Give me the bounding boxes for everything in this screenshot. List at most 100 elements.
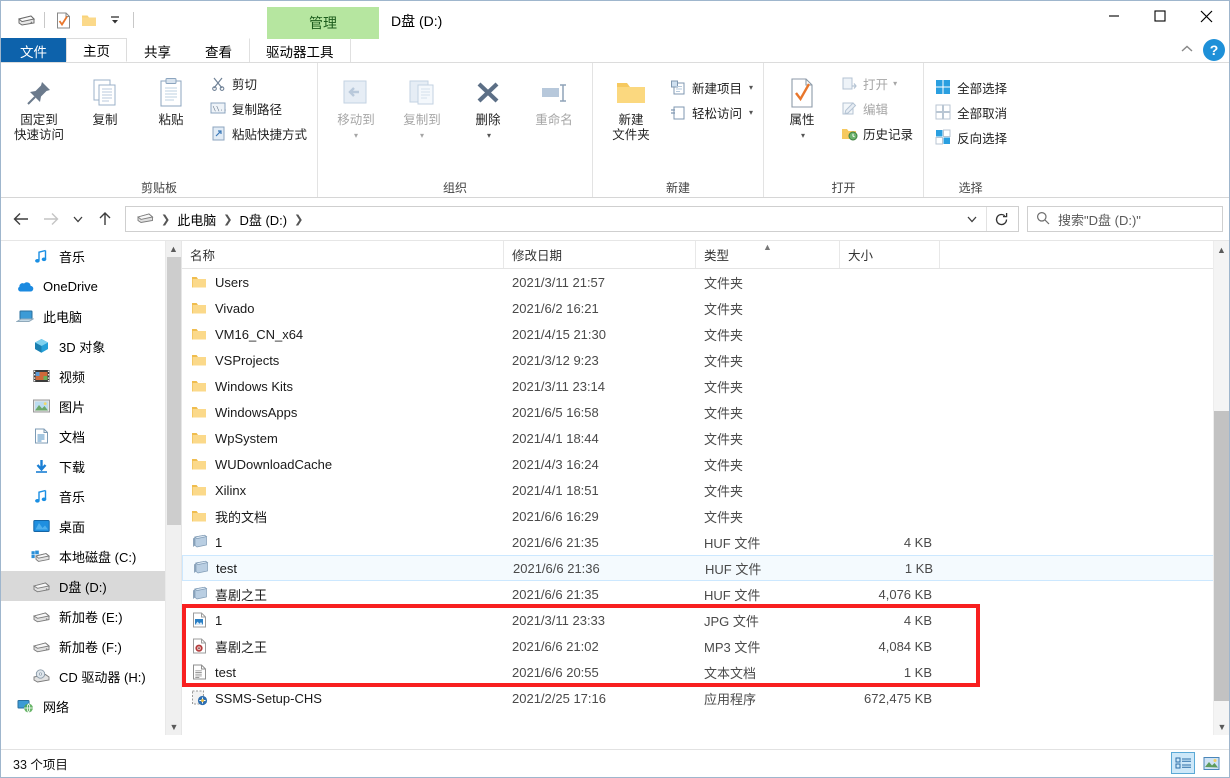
table-row[interactable]: test 2021/6/6 21:36 HUF 文件 1 KB: [182, 555, 1229, 581]
customize-qat-icon[interactable]: [102, 8, 128, 32]
sidebar-item-6[interactable]: 文档: [1, 421, 181, 451]
address-bar: ❯ 此电脑 ❯ D盘 (D:) ❯ 搜索"D盘 (D:)": [1, 198, 1229, 240]
list-scroll-thumb[interactable]: [1214, 411, 1229, 701]
properties-icon[interactable]: [50, 8, 76, 32]
table-row[interactable]: 我的文档 2021/6/6 16:29 文件夹: [182, 503, 1229, 529]
sidebar-item-10[interactable]: 本地磁盘 (C:): [1, 541, 181, 571]
column-header-type[interactable]: ▲ 类型: [696, 241, 840, 268]
breadcrumb-separator-icon[interactable]: ❯: [222, 213, 233, 226]
maximize-button[interactable]: [1137, 1, 1183, 31]
table-row[interactable]: SSMS-Setup-CHS 2021/2/25 17:16 应用程序 672,475…: [182, 685, 1229, 711]
sidebar-item-0[interactable]: 音乐: [1, 241, 181, 271]
new-folder-icon[interactable]: [76, 8, 102, 32]
table-row[interactable]: WpSystem 2021/4/1 18:44 文件夹: [182, 425, 1229, 451]
sidebar-item-14[interactable]: CD 驱动器 (H:): [1, 661, 181, 691]
table-row[interactable]: WUDownloadCache 2021/4/3 16:24 文件夹: [182, 451, 1229, 477]
paste-shortcut-button[interactable]: 粘贴快捷方式: [205, 121, 311, 145]
table-row[interactable]: VSProjects 2021/3/12 9:23 文件夹: [182, 347, 1229, 373]
open-button[interactable]: 打开 ▾: [836, 71, 917, 95]
table-row[interactable]: Xilinx 2021/4/1 18:51 文件夹: [182, 477, 1229, 503]
list-scroll-down-icon[interactable]: ▼: [1214, 718, 1229, 735]
ribbon-right-controls: ?: [1179, 39, 1225, 61]
address-dropdown-icon[interactable]: [960, 207, 984, 231]
forward-button[interactable]: [37, 205, 65, 233]
copy-button[interactable]: 复制: [73, 67, 137, 128]
back-button[interactable]: [7, 205, 35, 233]
select-none-icon: [934, 103, 952, 121]
nav-scroll-up-icon[interactable]: ▲: [166, 241, 181, 257]
copy-path-button[interactable]: \\.. 复制路径: [205, 96, 311, 120]
new-folder-button[interactable]: 新建 文件夹: [599, 67, 663, 143]
up-button[interactable]: [91, 205, 119, 233]
edit-button[interactable]: 编辑: [836, 96, 917, 120]
search-icon: [1036, 211, 1050, 228]
table-row[interactable]: 喜剧之王 2021/6/6 21:02 MP3 文件 4,084 KB: [182, 633, 1229, 659]
table-row[interactable]: Windows Kits 2021/3/11 23:14 文件夹: [182, 373, 1229, 399]
sidebar-item-11[interactable]: D盘 (D:): [1, 571, 181, 601]
sidebar-item-2[interactable]: 此电脑: [1, 301, 181, 331]
breadcrumb-bar[interactable]: ❯ 此电脑 ❯ D盘 (D:) ❯: [125, 206, 1019, 232]
refresh-button[interactable]: [986, 207, 1016, 231]
sidebar-item-13[interactable]: 新加卷 (F:): [1, 631, 181, 661]
move-to-button[interactable]: 移动到 ▾: [324, 67, 388, 143]
sidebar-item-4[interactable]: 视频: [1, 361, 181, 391]
list-scroll-up-icon[interactable]: ▲: [1214, 241, 1229, 258]
nav-scroll-down-icon[interactable]: ▼: [166, 719, 181, 735]
large-icons-view-button[interactable]: [1199, 752, 1223, 774]
table-row[interactable]: Users 2021/3/11 21:57 文件夹: [182, 269, 1229, 295]
sidebar-item-7[interactable]: 下载: [1, 451, 181, 481]
breadcrumb-separator-icon[interactable]: ❯: [160, 213, 171, 226]
column-header-name[interactable]: 名称: [182, 241, 504, 268]
sidebar-item-8[interactable]: 音乐: [1, 481, 181, 511]
collapse-ribbon-icon[interactable]: [1179, 43, 1195, 57]
tab-view[interactable]: 查看: [188, 38, 249, 62]
pin-to-quick-access-button[interactable]: 固定到 快速访问: [7, 67, 71, 143]
close-button[interactable]: [1183, 1, 1229, 31]
breadcrumb-item-this-pc[interactable]: 此电脑: [173, 209, 220, 230]
table-row[interactable]: WindowsApps 2021/6/5 16:58 文件夹: [182, 399, 1229, 425]
sidebar-item-15[interactable]: 网络: [1, 691, 181, 721]
sidebar-item-3[interactable]: 3D 对象: [1, 331, 181, 361]
select-all-button[interactable]: 全部选择: [930, 75, 1011, 99]
drive-icon[interactable]: [13, 8, 39, 32]
cell-name: 喜剧之王: [182, 585, 504, 604]
invert-selection-button[interactable]: 反向选择: [930, 125, 1011, 149]
details-view-button[interactable]: [1171, 752, 1195, 774]
select-none-button[interactable]: 全部取消: [930, 100, 1011, 124]
tab-share[interactable]: 共享: [127, 38, 188, 62]
table-row[interactable]: VM16_CN_x64 2021/4/15 21:30 文件夹: [182, 321, 1229, 347]
tab-drive-tools[interactable]: 驱动器工具: [249, 38, 351, 62]
recent-locations-button[interactable]: [67, 205, 89, 233]
minimize-button[interactable]: [1091, 1, 1137, 31]
copy-to-button[interactable]: 复制到 ▾: [390, 67, 454, 143]
table-row[interactable]: Vivado 2021/6/2 16:21 文件夹: [182, 295, 1229, 321]
table-row[interactable]: 喜剧之王 2021/6/6 21:35 HUF 文件 4,076 KB: [182, 581, 1229, 607]
column-header-date[interactable]: 修改日期: [504, 241, 696, 268]
help-button[interactable]: ?: [1203, 39, 1225, 61]
breadcrumb-drive-icon[interactable]: [132, 210, 158, 228]
table-row[interactable]: 1 2021/6/6 21:35 HUF 文件 4 KB: [182, 529, 1229, 555]
delete-button[interactable]: 删除 ▾: [456, 67, 520, 143]
tab-file[interactable]: 文件: [1, 38, 66, 62]
rename-button[interactable]: 重命名: [522, 67, 586, 128]
sidebar-item-9[interactable]: 桌面: [1, 511, 181, 541]
column-header-size[interactable]: 大小: [840, 241, 940, 268]
sidebar-item-5[interactable]: 图片: [1, 391, 181, 421]
tab-home[interactable]: 主页: [66, 38, 127, 62]
search-input[interactable]: 搜索"D盘 (D:)": [1027, 206, 1223, 232]
sidebar-item-12[interactable]: 新加卷 (E:): [1, 601, 181, 631]
navigation-scrollbar[interactable]: ▲ ▼: [165, 241, 181, 735]
table-row[interactable]: 1 2021/3/11 23:33 JPG 文件 4 KB: [182, 607, 1229, 633]
paste-button[interactable]: 粘贴: [139, 67, 203, 128]
properties-button[interactable]: 属性 ▾: [770, 67, 834, 143]
easy-access-button[interactable]: 轻松访问 ▾: [665, 100, 757, 124]
table-row[interactable]: test 2021/6/6 20:55 文本文档 1 KB: [182, 659, 1229, 685]
nav-scroll-thumb[interactable]: [167, 257, 181, 525]
cut-button[interactable]: 剪切: [205, 71, 311, 95]
new-item-button[interactable]: 新建项目 ▾: [665, 75, 757, 99]
sidebar-item-1[interactable]: OneDrive: [1, 271, 181, 301]
breadcrumb-item-d-drive[interactable]: D盘 (D:): [235, 209, 291, 230]
history-button[interactable]: 历史记录: [836, 121, 917, 145]
breadcrumb-separator-icon[interactable]: ❯: [293, 213, 304, 226]
file-list-scrollbar[interactable]: ▲ ▼: [1213, 241, 1229, 735]
